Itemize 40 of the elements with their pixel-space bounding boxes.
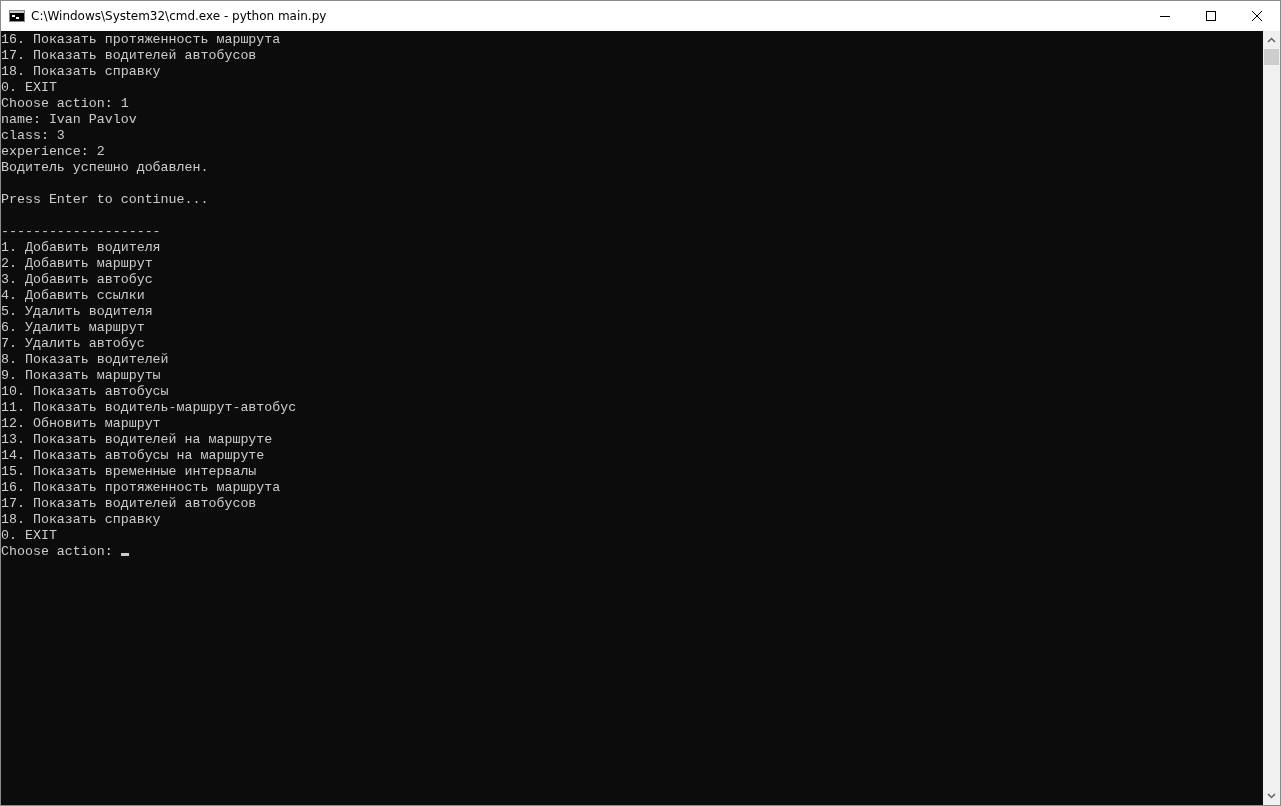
console-line: 17. Показать водителей автобусов bbox=[1, 496, 257, 511]
console-line: -------------------- bbox=[1, 224, 161, 239]
console-line: name: Ivan Pavlov bbox=[1, 112, 137, 127]
console-line: 5. Удалить водителя bbox=[1, 304, 153, 319]
console-prompt: Choose action: bbox=[1, 544, 114, 559]
console-line: 10. Показать автобусы bbox=[1, 384, 169, 399]
console-line: Press Enter to continue... bbox=[1, 192, 209, 207]
console-line: 15. Показать временные интервалы bbox=[1, 464, 257, 479]
terminal-icon bbox=[9, 10, 25, 22]
text-cursor bbox=[120, 553, 129, 556]
console-line: 18. Показать справку bbox=[1, 64, 161, 79]
console-line: 0. EXIT bbox=[1, 528, 57, 543]
console-line: 2. Добавить маршрут bbox=[1, 256, 153, 271]
close-icon bbox=[1251, 10, 1263, 22]
scrollbar-thumb[interactable] bbox=[1264, 49, 1279, 65]
console-line: 13. Показать водителей на маршруте bbox=[1, 432, 273, 447]
console-line: 8. Показать водителей bbox=[1, 352, 169, 367]
console-line: 1. Добавить водителя bbox=[1, 240, 161, 255]
console-line: 18. Показать справку bbox=[1, 512, 161, 527]
maximize-icon bbox=[1205, 10, 1217, 22]
console-line: 4. Добавить ссылки bbox=[1, 288, 145, 303]
console-line: class: 3 bbox=[1, 128, 65, 143]
scroll-down-icon[interactable] bbox=[1267, 793, 1276, 799]
scrollbar[interactable] bbox=[1263, 31, 1280, 805]
console-line: 17. Показать водителей автобусов bbox=[1, 48, 257, 63]
console-line: 7. Удалить автобус bbox=[1, 336, 145, 351]
console-line: 16. Показать протяженность маршрута bbox=[1, 480, 281, 495]
console-line: Водитель успешно добавлен. bbox=[1, 160, 209, 175]
console-line: 11. Показать водитель-маршрут-автобус bbox=[1, 400, 297, 415]
window-title: C:\Windows\System32\cmd.exe - python main.py bbox=[31, 9, 328, 23]
console-line: 0. EXIT bbox=[1, 80, 57, 95]
console-line: 14. Показать автобусы на маршруте bbox=[1, 448, 265, 463]
scroll-up-icon[interactable] bbox=[1267, 37, 1276, 43]
console-line: 16. Показать протяженность маршрута bbox=[1, 32, 281, 47]
console-line: experience: 2 bbox=[1, 144, 105, 159]
console-line: 6. Удалить маршрут bbox=[1, 320, 145, 335]
console-line: 3. Добавить автобус bbox=[1, 272, 153, 287]
console-line: Choose action: 1 bbox=[1, 96, 129, 111]
console-line: 9. Показать маршруты bbox=[1, 368, 161, 383]
console-line: 12. Обновить маршрут bbox=[1, 416, 161, 431]
